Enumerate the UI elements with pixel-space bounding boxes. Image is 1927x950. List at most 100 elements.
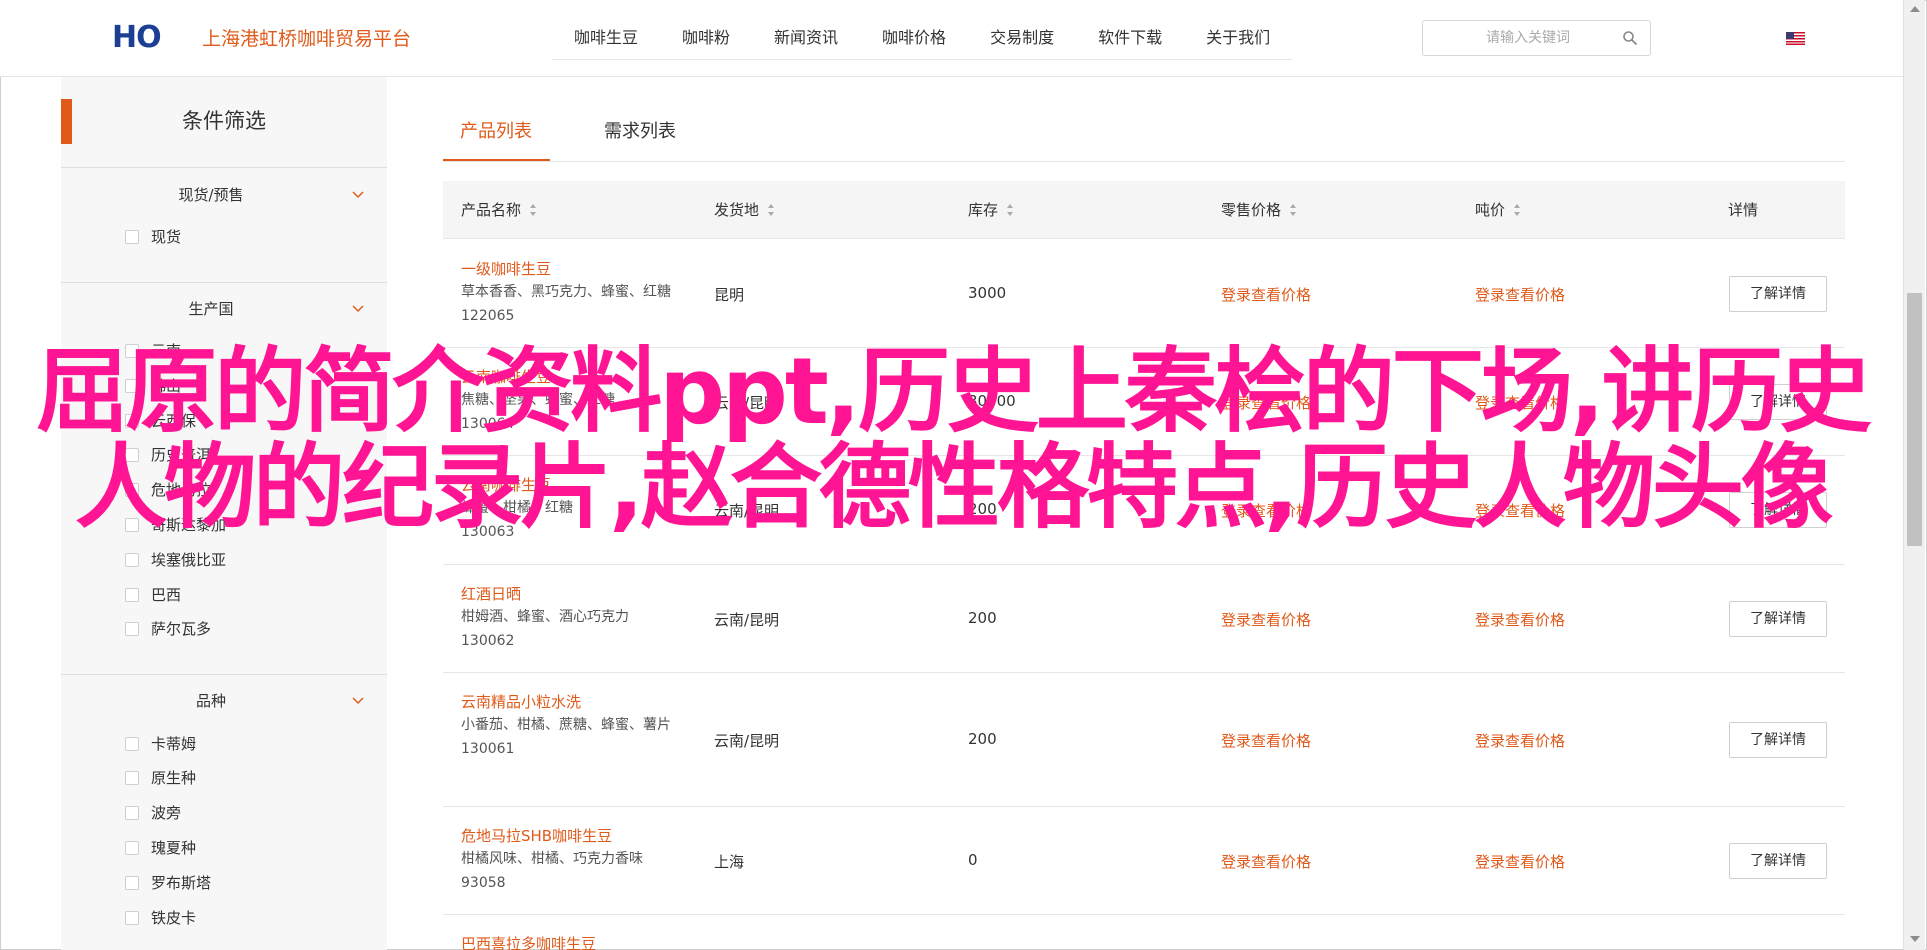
nav-item-news[interactable]: 新闻资讯 xyxy=(752,18,860,59)
option-label: 波旁 xyxy=(151,804,182,822)
retail-price-login-link[interactable]: 登录查看价格 xyxy=(1221,284,1311,305)
sort-icon[interactable] xyxy=(1513,203,1521,217)
scroll-up-arrow-icon[interactable] xyxy=(1910,6,1920,12)
filter-option[interactable]: 佛山 xyxy=(125,374,181,398)
checkbox[interactable] xyxy=(125,737,139,751)
chevron-down-icon[interactable] xyxy=(352,695,364,707)
filter-option[interactable]: 卡蒂姆 xyxy=(125,732,196,756)
retail-price-login-link[interactable]: 登录查看价格 xyxy=(1221,851,1311,872)
product-name-link[interactable]: 巴西喜拉多咖啡生豆 xyxy=(461,933,596,950)
ton-price-login-link[interactable]: 登录查看价格 xyxy=(1475,500,1565,521)
filter-option[interactable]: 云西保 xyxy=(125,409,196,433)
checkbox[interactable] xyxy=(125,553,139,567)
filter-option[interactable]: 云南 xyxy=(125,339,181,363)
product-name-link[interactable]: 云南咖啡生豆 xyxy=(461,366,687,388)
filter-group-variety[interactable]: 品种 xyxy=(61,686,387,716)
sort-icon[interactable] xyxy=(1289,203,1297,217)
filter-group-origin-country[interactable]: 生产国 xyxy=(61,294,387,324)
checkbox[interactable] xyxy=(125,622,139,636)
column-header-ship-from[interactable]: 发货地 xyxy=(714,181,775,239)
site-logo[interactable]: HO xyxy=(112,22,174,54)
search-icon[interactable] xyxy=(1622,30,1638,46)
ton-price-login-link[interactable]: 登录查看价格 xyxy=(1475,284,1565,305)
checkbox[interactable] xyxy=(125,588,139,602)
filter-option[interactable]: 原生种 xyxy=(125,766,196,790)
ton-price-login-link[interactable]: 登录查看价格 xyxy=(1475,851,1565,872)
tab-demand-list[interactable]: 需求列表 xyxy=(604,114,676,150)
sort-icon[interactable] xyxy=(529,203,537,217)
retail-price-login-link[interactable]: 登录查看价格 xyxy=(1221,500,1311,521)
filter-option[interactable]: 铁皮卡 xyxy=(125,906,196,930)
product-name-link[interactable]: 一级咖啡生豆 xyxy=(461,258,687,280)
column-header-retail-price[interactable]: 零售价格 xyxy=(1221,181,1297,239)
nav-item-coffee-powder[interactable]: 咖啡粉 xyxy=(660,18,752,59)
detail-button[interactable]: 了解详情 xyxy=(1729,276,1827,312)
checkbox[interactable] xyxy=(125,771,139,785)
chevron-down-icon[interactable] xyxy=(352,189,364,201)
detail-button[interactable]: 了解详情 xyxy=(1729,601,1827,637)
product-name-link[interactable]: 云南咖啡生豆 xyxy=(461,474,687,496)
checkbox[interactable] xyxy=(125,230,139,244)
product-name-link[interactable]: 危地马拉SHB咖啡生豆 xyxy=(461,825,687,847)
filter-group-stock-type[interactable]: 现货/预售 xyxy=(61,180,387,210)
sort-icon[interactable] xyxy=(1006,203,1014,217)
sort-icon[interactable] xyxy=(767,203,775,217)
checkbox[interactable] xyxy=(125,876,139,890)
filter-option[interactable]: 萨尔瓦多 xyxy=(125,617,211,641)
detail-button[interactable]: 了解详情 xyxy=(1729,492,1827,528)
nav-item-coffee-price[interactable]: 咖啡价格 xyxy=(860,18,968,59)
tab-product-list[interactable]: 产品列表 xyxy=(460,114,532,150)
ton-price-login-link[interactable]: 登录查看价格 xyxy=(1475,730,1565,751)
nav-item-trading-rules[interactable]: 交易制度 xyxy=(968,18,1076,59)
filter-option[interactable]: 瑰夏种 xyxy=(125,836,196,860)
checkbox[interactable] xyxy=(125,379,139,393)
header-label: 发货地 xyxy=(714,201,760,219)
stock-amount: 200 xyxy=(968,609,997,627)
stock-amount: 3000 xyxy=(968,284,1007,302)
filter-option[interactable]: 波旁 xyxy=(125,801,181,825)
filter-option[interactable]: 历史普洱 xyxy=(125,443,211,467)
ship-from: 云南/昆明 xyxy=(714,502,780,520)
checkbox[interactable] xyxy=(125,414,139,428)
filter-option[interactable]: 巴西 xyxy=(125,583,181,607)
checkbox[interactable] xyxy=(125,806,139,820)
scroll-down-arrow-icon[interactable] xyxy=(1910,936,1920,942)
checkbox[interactable] xyxy=(125,483,139,497)
detail-button[interactable]: 了解详情 xyxy=(1729,843,1827,879)
filter-option[interactable]: 罗布斯塔 xyxy=(125,871,211,895)
column-header-ton-price[interactable]: 吨价 xyxy=(1475,181,1521,239)
ton-price-login-link[interactable]: 登录查看价格 xyxy=(1475,392,1565,413)
checkbox[interactable] xyxy=(125,344,139,358)
column-header-product-name[interactable]: 产品名称 xyxy=(461,181,537,239)
filter-option[interactable]: 现货 xyxy=(125,225,181,249)
checkbox[interactable] xyxy=(125,911,139,925)
filter-option[interactable]: 危地马拉 xyxy=(125,478,211,502)
search-input[interactable] xyxy=(1423,21,1613,55)
table-row: 一级咖啡生豆 草本香香、黑巧克力、蜂蜜、红糖 122065 昆明 3000 登录… xyxy=(443,240,1845,348)
product-name-link[interactable]: 红酒日晒 xyxy=(461,583,687,605)
checkbox[interactable] xyxy=(125,448,139,462)
ton-price-login-link[interactable]: 登录查看价格 xyxy=(1475,609,1565,630)
chevron-down-icon[interactable] xyxy=(352,303,364,315)
detail-button[interactable]: 了解详情 xyxy=(1729,722,1827,758)
checkbox[interactable] xyxy=(125,841,139,855)
product-flavor-notes: 柑姆酒、蜂蜜、酒心巧克力 xyxy=(461,609,629,625)
detail-button[interactable]: 了解详情 xyxy=(1729,384,1827,420)
scroll-thumb[interactable] xyxy=(1907,293,1922,546)
retail-price-login-link[interactable]: 登录查看价格 xyxy=(1221,392,1311,413)
checkbox[interactable] xyxy=(125,518,139,532)
site-name[interactable]: 上海港虹桥咖啡贸易平台 xyxy=(202,26,411,52)
filter-group-label: 生产国 xyxy=(188,300,234,318)
vertical-scrollbar[interactable] xyxy=(1903,0,1925,950)
product-name-link[interactable]: 云南精品小粒水洗 xyxy=(461,691,687,713)
product-flavor-notes: 柑橘风味、柑橘、巧克力香味 xyxy=(461,851,643,867)
retail-price-login-link[interactable]: 登录查看价格 xyxy=(1221,730,1311,751)
column-header-stock[interactable]: 库存 xyxy=(968,181,1014,239)
filter-option[interactable]: 埃塞俄比亚 xyxy=(125,548,226,572)
nav-item-about-us[interactable]: 关于我们 xyxy=(1184,18,1292,59)
us-flag-icon[interactable] xyxy=(1786,32,1805,45)
nav-item-software-download[interactable]: 软件下载 xyxy=(1076,18,1184,59)
nav-item-green-beans[interactable]: 咖啡生豆 xyxy=(552,18,660,59)
filter-option[interactable]: 哥斯达黎加 xyxy=(125,513,226,537)
retail-price-login-link[interactable]: 登录查看价格 xyxy=(1221,609,1311,630)
